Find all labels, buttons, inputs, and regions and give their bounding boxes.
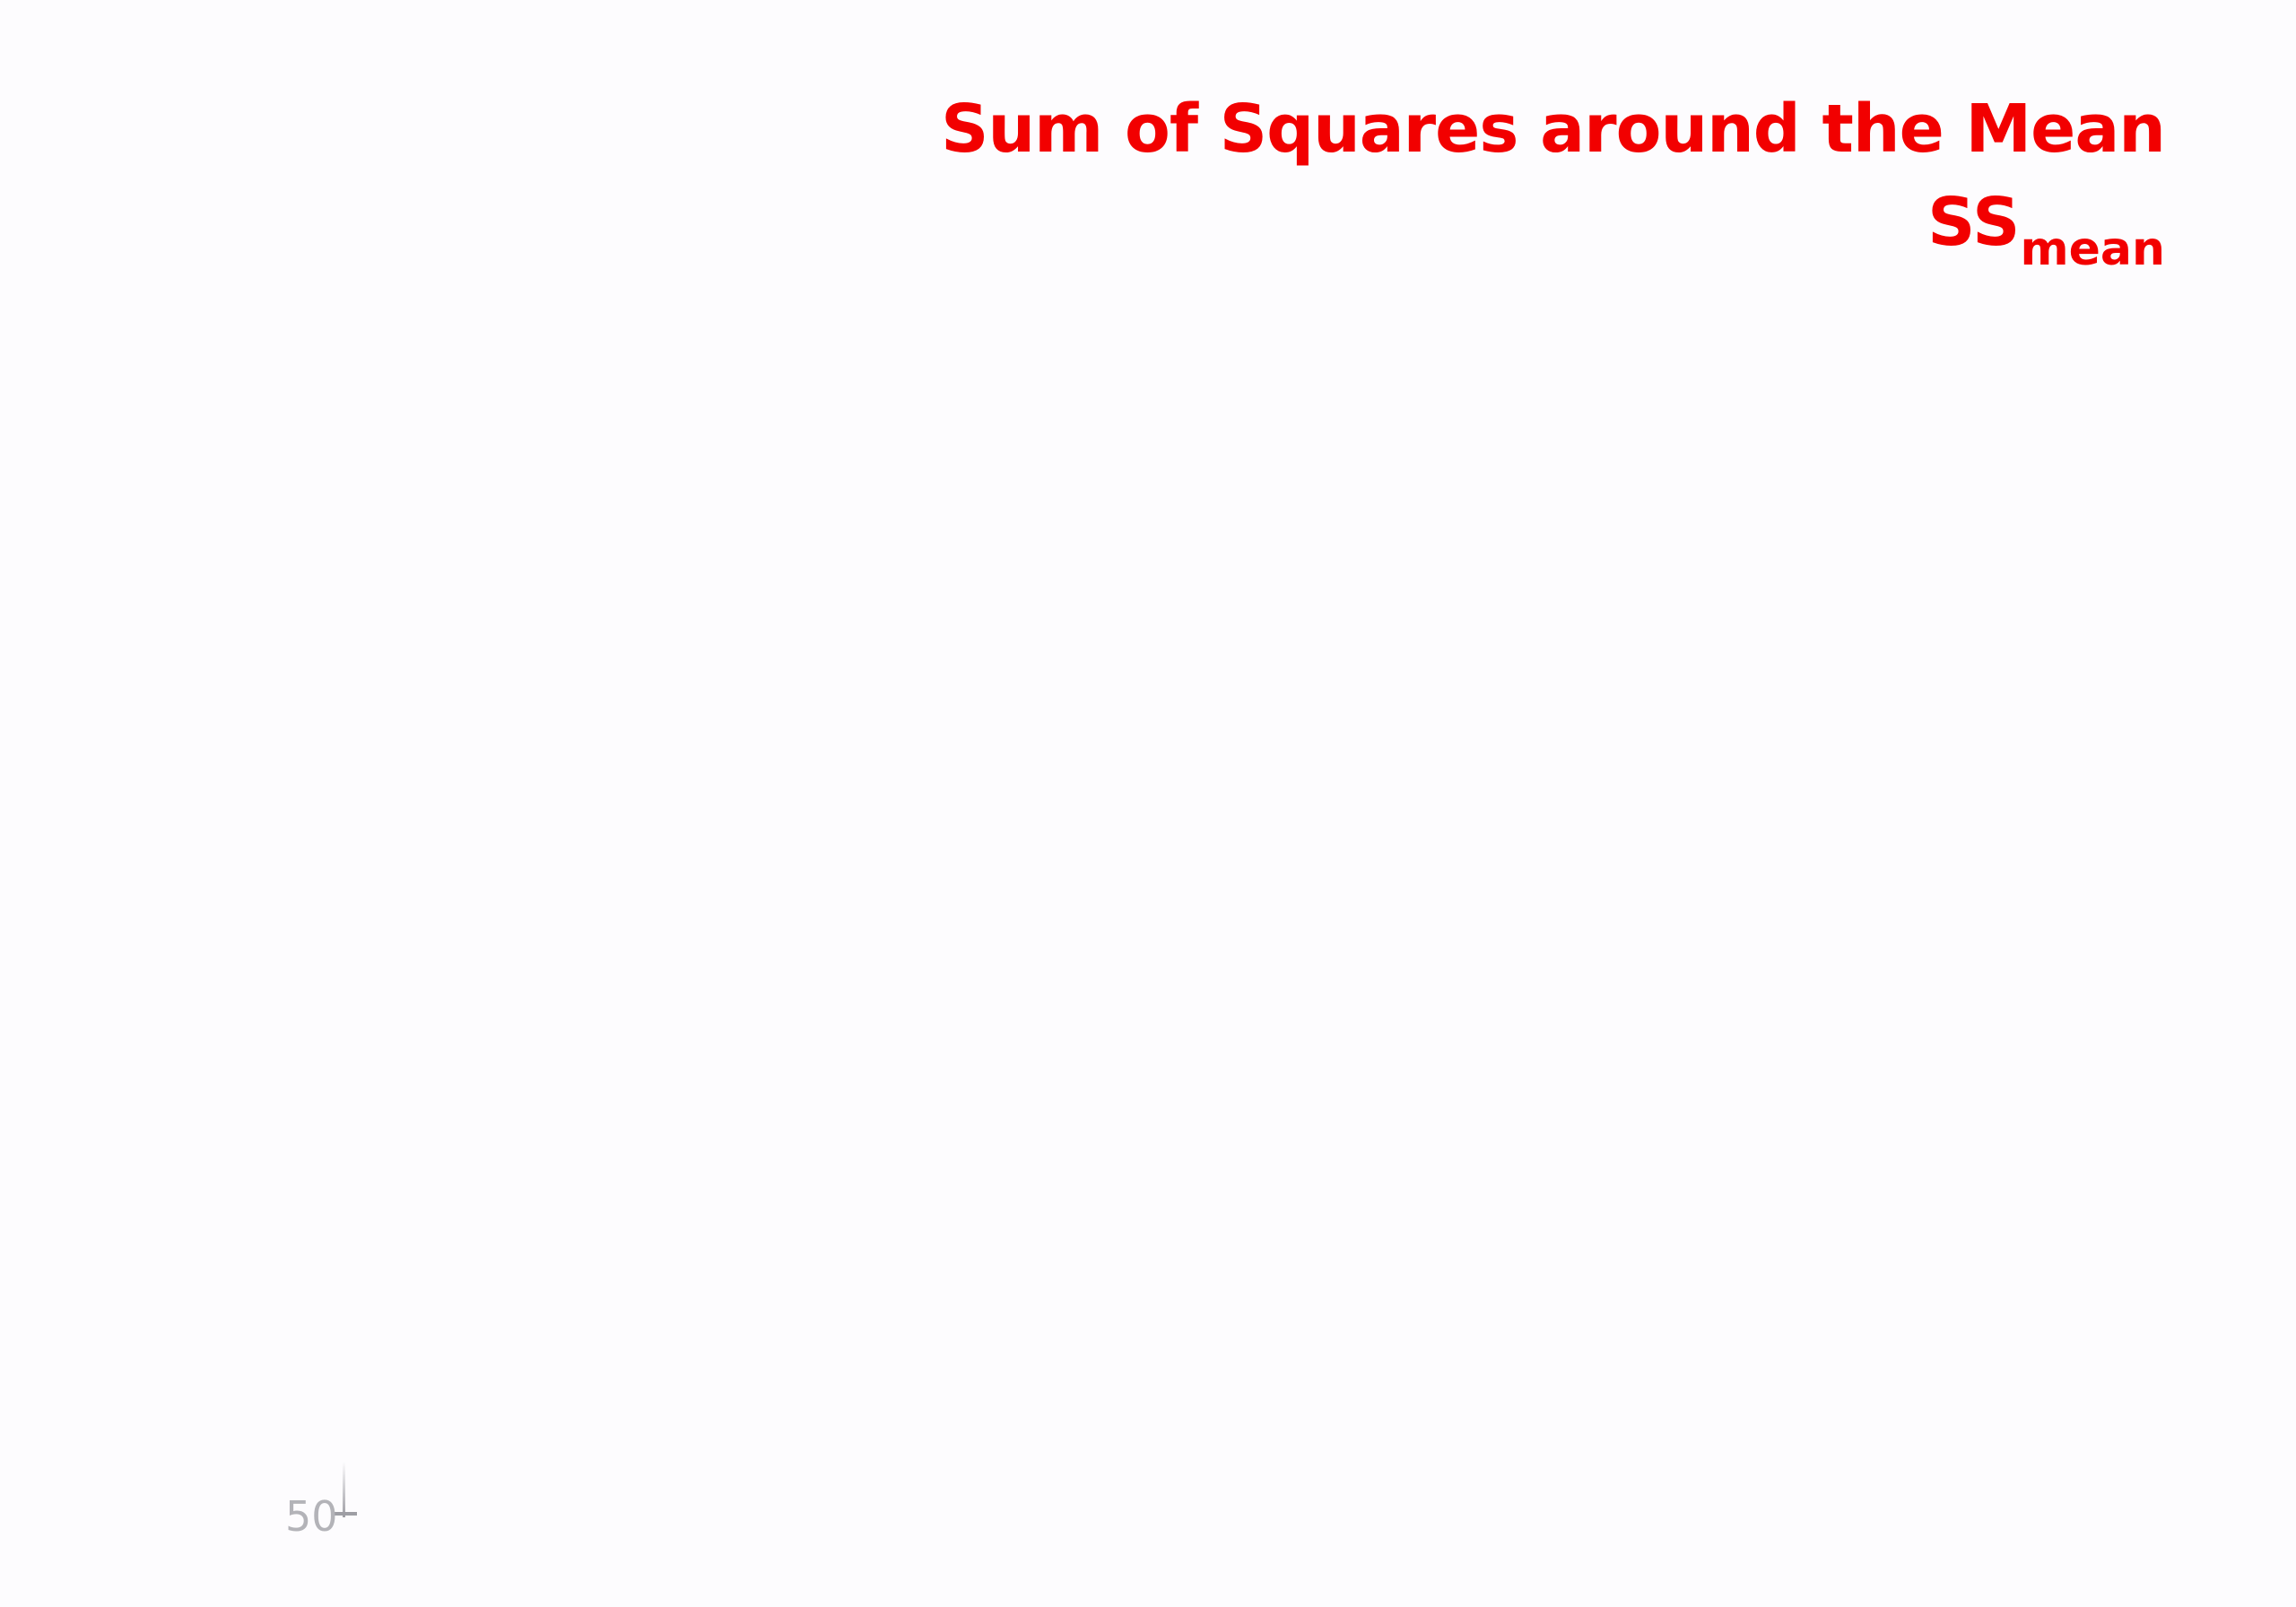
y-axis-tick-label: 50 <box>285 1492 338 1541</box>
subtitle-main: SS <box>1927 184 2021 261</box>
y-axis-line <box>343 1462 345 1517</box>
slide-subtitle: SSmean <box>941 176 2165 276</box>
slide-title-block: Sum of Squares around the Mean SSmean <box>941 83 2166 276</box>
y-axis-fragment: 50 <box>269 1453 377 1542</box>
subtitle-subscript: mean <box>2020 222 2165 276</box>
slide-title: Sum of Squares around the Mean <box>941 91 2166 168</box>
